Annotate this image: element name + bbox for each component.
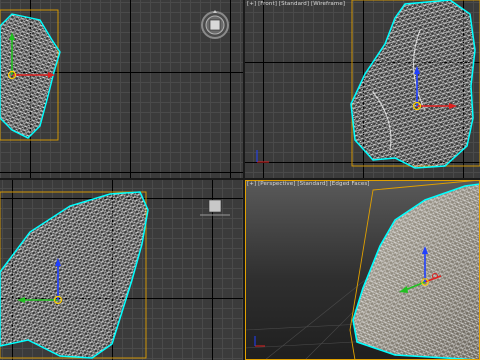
viewport-front[interactable]: [+] [Front] [Standard] [Wireframe] — [245, 0, 480, 178]
perspective-scene — [245, 180, 480, 360]
max-viewport-layout: [+] [Front] [Standard] [Wireframe] [+] [… — [0, 0, 480, 360]
viewport-menu[interactable]: [+] — [247, 1, 256, 7]
rock-mesh-perspective[interactable] — [352, 183, 480, 360]
viewport-display-mode-label[interactable]: [Wireframe] — [311, 1, 345, 7]
left-scene — [0, 191, 230, 359]
viewport-perspective[interactable]: [+] [Perspective] [Standard] [Edged Face… — [245, 180, 480, 360]
front-scene — [256, 0, 480, 169]
viewport-divider-horizontal[interactable] — [0, 178, 480, 180]
viewport-label-front[interactable]: [+] [Front] [Standard] [Wireframe] — [247, 1, 345, 7]
orthographic-nav-cube-icon[interactable] — [200, 199, 230, 216]
viewport-top[interactable] — [0, 0, 243, 178]
rock-mesh-front[interactable] — [350, 0, 476, 169]
viewport-menu[interactable]: [+] — [247, 181, 256, 187]
rock-mesh-left[interactable] — [0, 191, 149, 359]
top-scene — [0, 9, 229, 141]
viewport-view-label[interactable]: [Perspective] — [258, 181, 295, 187]
viewport-shading-label[interactable]: [Standard] — [279, 1, 309, 7]
viewport-shading-label[interactable]: [Standard] — [297, 181, 327, 187]
viewport-view-label[interactable]: [Front] — [258, 1, 277, 7]
axis-tripod-icon — [254, 336, 265, 347]
axis-tripod-icon — [256, 150, 269, 163]
viewcube-icon[interactable] — [201, 10, 229, 39]
viewport-label-perspective[interactable]: [+] [Perspective] [Standard] [Edged Face… — [247, 181, 370, 187]
viewport-display-mode-label[interactable]: [Edged Faces] — [330, 181, 370, 187]
viewport-divider-vertical[interactable] — [243, 0, 245, 360]
viewport-left[interactable] — [0, 180, 243, 360]
